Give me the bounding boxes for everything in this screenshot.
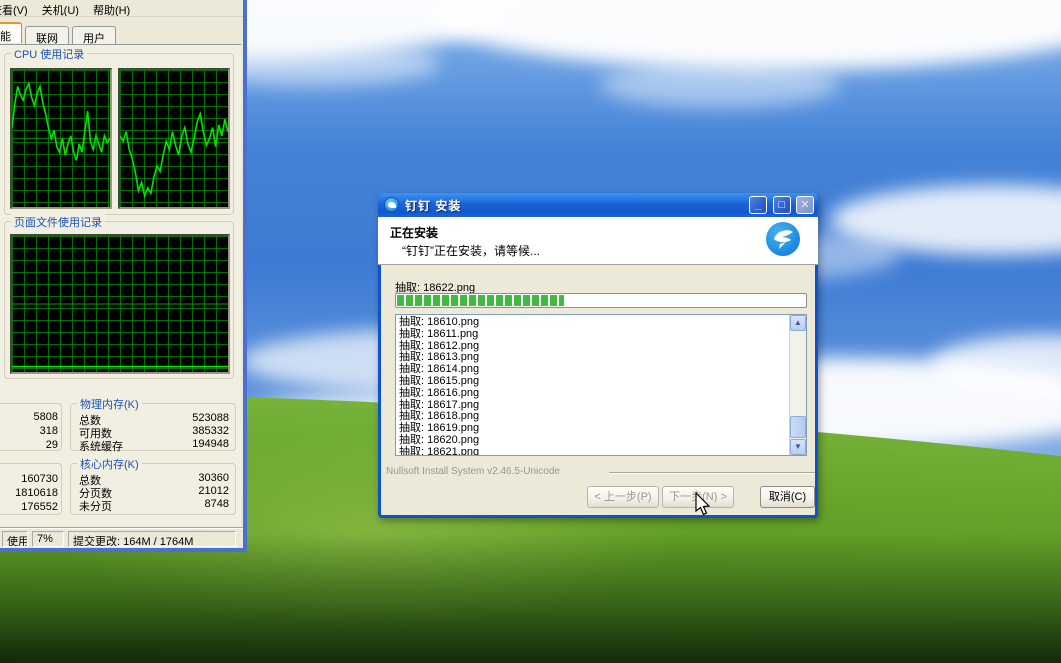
stat-value: 523088 [192, 412, 229, 424]
commit-charge-value: 160730 [21, 473, 58, 485]
pagefile-history-graph [10, 234, 230, 374]
nsis-branding-text: Nullsoft Install System v2.46.5-Unicode [386, 466, 560, 477]
installer-header: 正在安装 “钉钉”正在安装，请等候... [378, 217, 818, 265]
extract-log-line: 抽取: 18615.png [399, 374, 480, 387]
commit-charge-value: 1810618 [15, 487, 58, 499]
pagefile-usage-history-label: 页面文件使用记录 [11, 214, 105, 230]
hill-shadow [0, 533, 1061, 663]
cpu2-history-graph [118, 68, 230, 209]
menu-item-关机(U)[interactable]: 关机(U) [35, 0, 86, 16]
cloud [430, 0, 1061, 70]
maximize-button[interactable]: □ [772, 196, 791, 214]
kernel-memory-group: 核心内存(K) 总数 30360 分页数 21012 未分页 8748 [70, 456, 236, 515]
stat-value: 385332 [192, 425, 229, 437]
extract-log-line: 抽取: 18616.png [399, 386, 480, 399]
mouse-cursor [695, 492, 711, 516]
task-manager-window: 查看(V)关机(U)帮助(H) 性能联网用户 CPU 使用记录 页面文件使用记录… [0, 0, 247, 552]
statusbar-cell: 提交更改: 164M / 1764M [68, 531, 236, 547]
stat-value: 30360 [198, 472, 229, 484]
cancel-button[interactable]: 取消(C) [760, 486, 815, 508]
scroll-up-button[interactable]: ▲ [790, 315, 806, 331]
cpu-usage-history-label: CPU 使用记录 [11, 46, 88, 62]
installer-header-subtitle: “钉钉”正在安装，请等候... [402, 244, 540, 258]
installer-window-title: 钉钉 安装 [405, 199, 462, 213]
extract-log-line: 抽取: 18621.png [399, 445, 480, 456]
statusbar-cell: 使用 [2, 531, 28, 547]
minimize-button[interactable]: _ [749, 196, 768, 214]
dingtalk-logo-icon [766, 222, 800, 256]
stat-value: 194948 [192, 438, 229, 450]
menu-item-查看(V)[interactable]: 查看(V) [0, 0, 35, 16]
log-scrollbar[interactable]: ▲ ▼ [789, 315, 806, 455]
stat-label: 未分页 [79, 501, 112, 513]
stat-value: 8748 [204, 498, 229, 510]
cloud [600, 62, 840, 108]
close-button[interactable]: ✕ [796, 196, 814, 214]
dingtalk-app-icon [384, 197, 399, 212]
extract-log-list[interactable]: 抽取: 18610.png 抽取: 18611.png 抽取: 18612.png 抽… [395, 314, 807, 456]
tab-性能[interactable]: 性能 [0, 22, 22, 43]
cpu1-history-graph [10, 68, 112, 209]
install-progress-bar [395, 293, 807, 308]
totals-value: 29 [45, 439, 58, 451]
installer-titlebar[interactable]: 钉钉 安装 _ □ ✕ [378, 193, 818, 217]
scroll-down-button[interactable]: ▼ [790, 439, 806, 455]
tab-联网[interactable]: 联网 [25, 26, 69, 45]
back-button[interactable]: < 上一步(P) [587, 486, 659, 508]
cpu-usage-history-group: CPU 使用记录 [4, 46, 234, 215]
physical-memory-group: 物理内存(K) 总数 523088 可用数 385332 系统缓存 194948 [70, 396, 236, 453]
tab-用户[interactable]: 用户 [72, 26, 116, 45]
pagefile-usage-history-group: 页面文件使用记录 [4, 214, 234, 379]
extract-log-line: 抽取: 18620.png [399, 433, 480, 446]
menu-item-帮助(H)[interactable]: 帮助(H) [86, 0, 137, 16]
performance-tab-page: CPU 使用记录 页面文件使用记录 5808 318 29 160730 181061… [0, 44, 241, 526]
scroll-thumb[interactable] [790, 416, 806, 438]
task-manager-menubar: 查看(V)关机(U)帮助(H) [0, 0, 243, 17]
totals-value: 5808 [33, 411, 58, 423]
install-progress-fill [397, 295, 565, 306]
branding-separator-line [609, 472, 815, 474]
task-manager-tabs: 性能联网用户 [0, 22, 119, 45]
task-manager-statusbar: 使用 7% 提交更改: 164M / 1764M [0, 528, 243, 548]
stat-value: 21012 [198, 485, 229, 497]
stat-label: 系统缓存 [79, 441, 123, 453]
physical-memory-title: 物理内存(K) [77, 396, 142, 412]
kernel-memory-title: 核心内存(K) [77, 456, 142, 472]
commit-charge-value: 176552 [21, 501, 58, 513]
totals-value: 318 [39, 425, 58, 437]
extract-log-line: 抽取: 18611.png [399, 327, 479, 340]
installer-window: 钉钉 安装 _ □ ✕ 正在安装 “钉钉”正在安装，请等候... 抽取: 186… [378, 193, 818, 518]
installer-header-title: 正在安装 [390, 226, 439, 240]
statusbar-cell: 7% [32, 531, 64, 547]
